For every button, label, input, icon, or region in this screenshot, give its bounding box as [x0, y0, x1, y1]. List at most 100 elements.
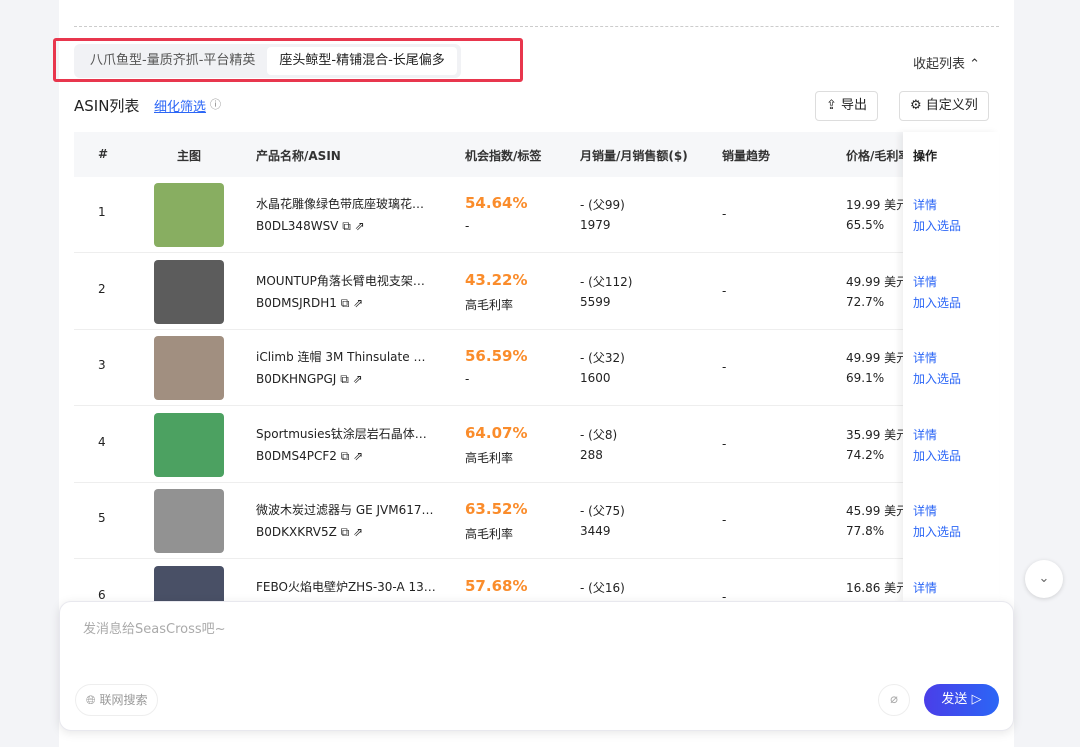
col-actions: 操作: [913, 149, 938, 163]
product-image[interactable]: [154, 336, 224, 400]
send-label: 发送: [941, 692, 968, 707]
col-image: 主图: [177, 149, 202, 163]
detail-link[interactable]: 详情: [913, 273, 937, 290]
info-icon: ⓘ: [210, 98, 221, 111]
table-row: 2 MOUNTUP角落长臂电视支架… B0DMSJRDH1 ⧉ ⇗ 43.22% 高毛利…: [74, 254, 999, 330]
price: 49.99 美元: [846, 274, 909, 289]
product-name[interactable]: 微波木炭过滤器与 GE JVM617…: [256, 501, 436, 518]
asin: B0DMSJRDH1 ⧉ ⇗: [256, 296, 363, 311]
col-sales[interactable]: 月销量/月销售额($): [580, 147, 688, 164]
highlight-box: [53, 38, 523, 82]
attach-button[interactable]: ⌀: [878, 684, 910, 716]
product-image[interactable]: [154, 183, 224, 247]
opportunity-tag: -: [465, 219, 470, 233]
sales-trend: -: [722, 436, 727, 451]
table-header: # 主图 产品名称/ASIN 机会指数/标签 月销量/月销售额($) 销量趋势 …: [74, 132, 999, 177]
product-image[interactable]: [154, 412, 224, 477]
asin-text: B0DL348WSV: [256, 219, 339, 233]
detail-link[interactable]: 详情: [913, 349, 937, 366]
product-name[interactable]: FEBO火焰电壁炉ZHS-30-A 13…: [256, 578, 436, 595]
custom-columns-label: 自定义列: [925, 98, 978, 113]
monthly-revenue: 3449: [580, 524, 611, 538]
copy-icon[interactable]: ⧉: [340, 372, 349, 386]
export-button[interactable]: ⇪ 导出: [815, 91, 879, 121]
chevron-up-icon: ⌃: [969, 57, 981, 72]
price: 19.99 美元: [846, 198, 909, 212]
gross-margin: 74.2%: [846, 447, 885, 462]
monthly-revenue: 1979: [580, 218, 611, 232]
table-row: 4 Sportmusies钛涂层岩石晶体… B0DMS4PCF2 ⧉ ⇗ 64.07%…: [74, 407, 999, 483]
asin: B0DKHNGPGJ ⧉ ⇗: [256, 372, 363, 387]
row-index: 4: [98, 434, 106, 449]
monthly-sales: - (父75): [580, 504, 625, 518]
monthly-sales: - (父8): [580, 427, 618, 442]
share-icon[interactable]: ⇗: [353, 449, 363, 463]
monthly-sales: - (父32): [580, 351, 625, 365]
col-name: 产品名称/ASIN: [256, 149, 341, 163]
opportunity-score: 57.68%: [465, 576, 528, 595]
product-name[interactable]: iClimb 连帽 3M Thinsulate 保…: [256, 348, 436, 365]
opportunity-score: 56.59%: [465, 347, 528, 365]
asin-text: B0DMSJRDH1: [256, 295, 337, 310]
share-icon[interactable]: ⇗: [353, 525, 363, 539]
copy-icon[interactable]: ⧉: [341, 449, 350, 463]
chat-input[interactable]: 发消息给SeasCross吧~: [83, 618, 226, 637]
opportunity-score: 64.07%: [465, 423, 528, 442]
product-image[interactable]: [154, 259, 224, 324]
detail-link[interactable]: 详情: [913, 426, 937, 443]
product-name[interactable]: 水晶花雕像绿色带底座玻璃花…: [256, 195, 436, 212]
detail-link[interactable]: 详情: [913, 502, 937, 519]
gross-margin: 65.5%: [846, 218, 885, 232]
web-search-label: 联网搜索: [99, 693, 148, 707]
row-index: 5: [98, 511, 106, 525]
paperclip-icon: ⌀: [890, 692, 898, 707]
col-price: 价格/毛利率: [846, 149, 906, 163]
send-button[interactable]: 发送 ▷: [924, 684, 999, 716]
detail-link[interactable]: 详情: [913, 579, 937, 596]
share-icon[interactable]: ⇗: [353, 296, 363, 310]
chat-box: 发消息给SeasCross吧~ 🌐︎ 联网搜索 ⌀ 发送 ▷: [59, 601, 1014, 731]
opportunity-score: 43.22%: [465, 270, 528, 289]
col-index: #: [98, 147, 109, 161]
table-row: 1 水晶花雕像绿色带底座玻璃花… B0DL348WSV ⧉ ⇗ 54.64% - - (父…: [74, 177, 999, 253]
row-index: 1: [98, 205, 106, 219]
copy-icon[interactable]: ⧉: [341, 525, 350, 539]
gross-margin: 72.7%: [846, 294, 885, 309]
scroll-down-button[interactable]: ⌄: [1025, 560, 1063, 598]
refine-filter-link[interactable]: 细化筛选: [154, 96, 206, 115]
add-to-selection-link[interactable]: 加入选品: [913, 217, 961, 234]
gross-margin: 77.8%: [846, 524, 885, 538]
monthly-sales: - (父99): [580, 198, 625, 212]
custom-columns-button[interactable]: ⚙ 自定义列: [899, 91, 989, 121]
opportunity-tag: -: [465, 372, 470, 386]
price: 35.99 美元: [846, 427, 909, 442]
product-name[interactable]: Sportmusies钛涂层岩石晶体…: [256, 425, 436, 442]
add-to-selection-link[interactable]: 加入选品: [913, 523, 961, 540]
product-name[interactable]: MOUNTUP角落长臂电视支架…: [256, 272, 436, 289]
share-icon[interactable]: ⇗: [355, 219, 365, 233]
add-to-selection-link[interactable]: 加入选品: [913, 447, 961, 464]
price: 45.99 美元: [846, 504, 909, 518]
price: 16.86 美元: [846, 580, 909, 595]
gross-margin: 69.1%: [846, 371, 885, 385]
price: 49.99 美元: [846, 351, 909, 365]
copy-icon[interactable]: ⧉: [342, 219, 351, 233]
add-to-selection-link[interactable]: 加入选品: [913, 370, 961, 387]
share-icon[interactable]: ⇗: [353, 372, 363, 386]
row-index: 3: [98, 358, 106, 372]
row-index: 6: [98, 587, 106, 602]
collapse-list-button[interactable]: 收起列表 ⌃: [913, 53, 980, 72]
sales-trend: -: [722, 283, 727, 298]
col-score[interactable]: 机会指数/标签: [465, 147, 541, 164]
detail-link[interactable]: 详情: [913, 196, 937, 213]
web-search-button[interactable]: 🌐︎ 联网搜索: [75, 684, 159, 716]
add-to-selection-link[interactable]: 加入选品: [913, 294, 961, 311]
send-icon: ▷: [971, 692, 982, 707]
asin-text: B0DMS4PCF2: [256, 448, 337, 463]
opportunity-tag: 高毛利率: [465, 297, 514, 312]
copy-icon[interactable]: ⧉: [341, 296, 350, 310]
product-image[interactable]: [154, 489, 224, 553]
col-trend: 销量趋势: [722, 149, 771, 163]
monthly-revenue: 288: [580, 447, 603, 462]
gear-icon: ⚙: [910, 98, 922, 113]
